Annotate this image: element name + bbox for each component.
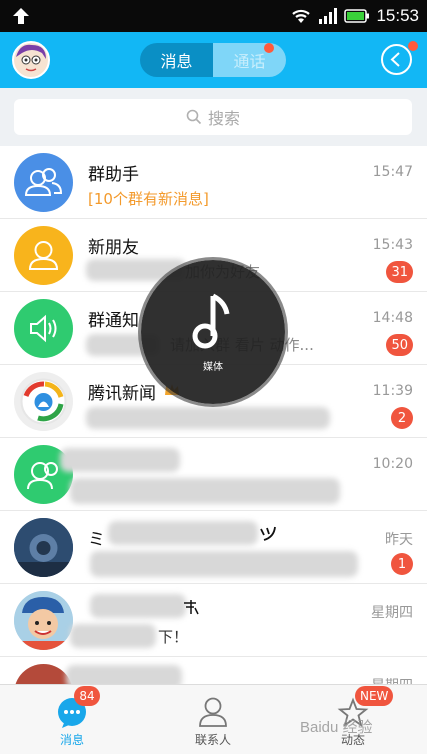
media-floating-button[interactable]: 媒体 (141, 260, 285, 404)
conversation-time: 昨天 (385, 532, 413, 548)
tab-label: 消息 (59, 733, 84, 747)
cartoon-avatar-icon (14, 591, 73, 650)
redacted-text (108, 521, 258, 545)
conversation-preview: 下！ (158, 628, 189, 646)
watermark: Baidu 经验 (300, 719, 373, 736)
unread-badge: 50 (386, 334, 413, 356)
tabbar-messages[interactable]: 84 消息 (22, 685, 122, 754)
conversation-row[interactable]: 群助手 [10个群有新消息] 15:47 (0, 146, 427, 219)
my-avatar[interactable] (12, 41, 50, 79)
unread-badge: 1 (391, 553, 413, 575)
tab-messages[interactable]: 消息 (140, 43, 213, 77)
conversation-time: 星期四 (371, 605, 413, 621)
media-label: 媒体 (203, 362, 223, 373)
people-icon (24, 168, 63, 196)
status-bar: 15:53 (0, 0, 427, 32)
news-logo-icon (20, 378, 67, 425)
contacts-icon (199, 697, 227, 727)
conversation-time: 10:20 (372, 456, 413, 472)
redacted-text (86, 407, 330, 429)
search-input[interactable]: 搜索 (14, 99, 412, 135)
conversation-time: 15:43 (372, 237, 413, 253)
contact-avatar (14, 591, 73, 650)
person-icon (28, 241, 59, 270)
photo-avatar-icon (14, 518, 73, 577)
cartoon-avatar-icon (14, 43, 48, 77)
signal-icon (319, 8, 338, 24)
back-unread-dot (408, 41, 418, 51)
wifi-icon (292, 9, 311, 23)
search-icon (186, 109, 202, 125)
decorative-glyph-icon (260, 526, 276, 541)
top-bar: 消息 通话 (0, 32, 427, 88)
redacted-text (90, 551, 358, 577)
conversation-row[interactable]: ミ 昨天 1 (0, 511, 427, 584)
tab-label: 联系人 (194, 733, 231, 747)
new-friends-avatar (14, 226, 73, 285)
upload-icon (13, 8, 29, 24)
search-placeholder: 搜索 (207, 109, 240, 128)
redacted-text (60, 448, 180, 472)
redacted-text (70, 624, 156, 648)
unread-badge: 2 (391, 407, 413, 429)
conversation-name: 腾讯新闻 (88, 384, 156, 404)
redacted-text (90, 594, 186, 618)
decorative-glyph-icon (184, 600, 199, 615)
search-bar: 搜索 (0, 88, 427, 146)
tencent-news-avatar (14, 372, 73, 431)
conversation-name: 新朋友 (88, 238, 139, 258)
contact-avatar (14, 518, 73, 577)
conversation-time: 14:48 (372, 310, 413, 326)
tab-unread-badge: 84 (74, 686, 100, 706)
chevron-left-icon (390, 52, 400, 67)
conversation-row[interactable]: 下！ 星期四 (0, 584, 427, 657)
tab-calls[interactable]: 通话 (213, 43, 286, 77)
speaker-icon (30, 314, 57, 343)
group-helper-avatar (14, 153, 73, 212)
group-notice-avatar (14, 299, 73, 358)
tabbar-contacts[interactable]: 联系人 (163, 685, 263, 754)
conversation-name: ミ (88, 530, 105, 550)
battery-icon (344, 9, 370, 23)
back-button[interactable] (381, 44, 412, 75)
calls-unread-dot (264, 43, 274, 53)
clock: 15:53 (376, 6, 419, 25)
conversation-preview: [10个群有新消息] (88, 190, 209, 208)
conversation-row[interactable]: 10:20 (0, 438, 427, 511)
music-note-icon (192, 293, 230, 349)
conversation-name: 群通知 (88, 311, 139, 331)
tab-new-badge: NEW (355, 686, 394, 706)
redacted-text (70, 478, 340, 504)
conversation-time: 15:47 (372, 164, 413, 180)
conversation-name: 群助手 (88, 165, 139, 185)
unread-badge: 31 (386, 261, 413, 283)
conversation-time: 11:39 (372, 383, 413, 399)
